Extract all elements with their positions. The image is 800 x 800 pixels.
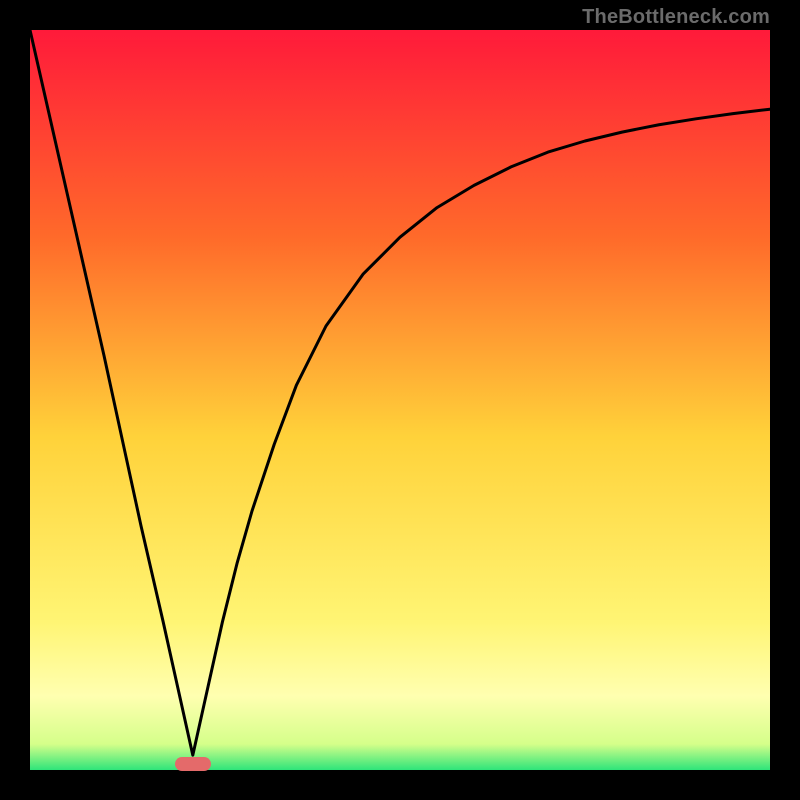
watermark-text: TheBottleneck.com (582, 6, 770, 29)
chart-frame: TheBottleneck.com (0, 0, 800, 800)
plot-area (30, 30, 770, 770)
optimal-marker (175, 757, 211, 771)
gradient-background (30, 30, 770, 770)
